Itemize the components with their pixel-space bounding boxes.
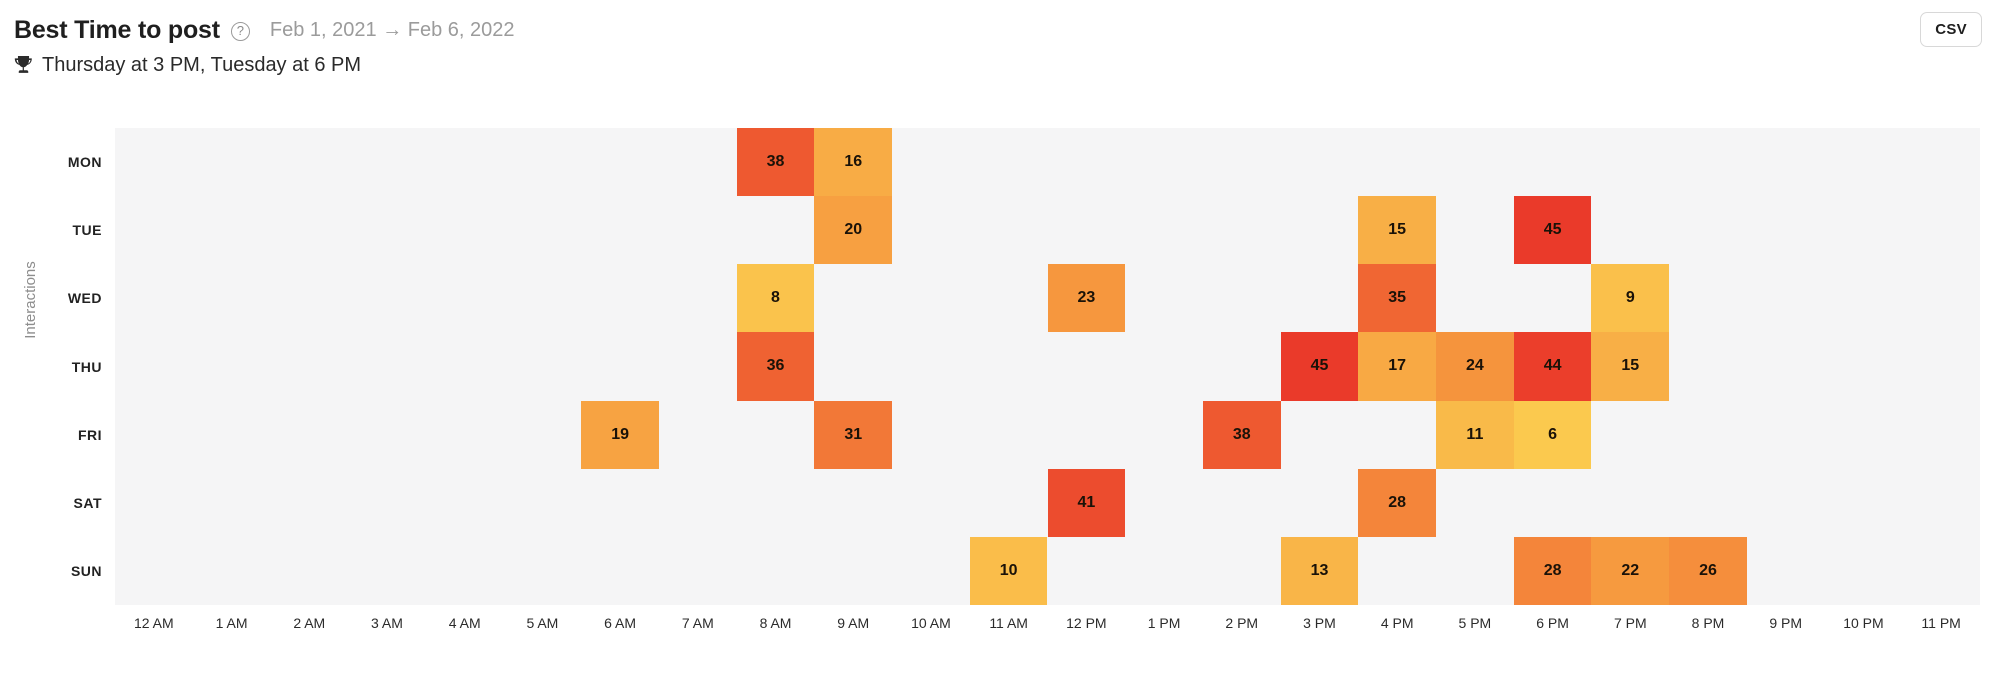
- y-axis-title: Interactions: [22, 261, 39, 339]
- heatmap-cell[interactable]: 41: [1047, 468, 1126, 537]
- x-axis-tick: 6 AM: [604, 615, 637, 631]
- heatmap-chart: Interactions MON TUE WED THU FRI SAT SUN 38 16 2…: [0, 0, 2000, 686]
- x-axis-tick: 3 AM: [371, 615, 403, 631]
- y-axis-labels: MON TUE WED THU FRI SAT SUN: [40, 128, 102, 605]
- heatmap-cell[interactable]: 16: [814, 128, 893, 197]
- y-axis-tick-sat: SAT: [73, 494, 102, 511]
- heatmap-cell[interactable]: 11: [1436, 400, 1514, 469]
- heatmap-cell[interactable]: 8: [736, 264, 815, 333]
- x-axis-tick: 8 AM: [759, 615, 792, 631]
- heatmap-cell[interactable]: 15: [1358, 196, 1437, 265]
- heatmap-cell[interactable]: 38: [1202, 400, 1281, 469]
- heatmap-cell[interactable]: 6: [1513, 400, 1592, 469]
- y-axis-tick-sun: SUN: [70, 562, 102, 579]
- x-axis-tick: 2 AM: [293, 615, 326, 631]
- x-axis-tick: 2 PM: [1225, 615, 1259, 631]
- x-axis-tick: 4 AM: [448, 615, 481, 631]
- best-time-to-post-panel: Best Time to post ? Feb 1, 2021 → Feb 6,…: [0, 0, 2000, 686]
- heatmap-cell[interactable]: 20: [814, 196, 893, 265]
- x-axis-tick: 1 AM: [215, 615, 248, 631]
- heatmap-plot-area: 38 16 20 15 45 8 23 35 9 36 45 17 24 44 15 19 31 38 11 6 41 2…: [115, 128, 1980, 605]
- x-axis-tick: 10 AM: [911, 615, 951, 631]
- x-axis-tick: 9 PM: [1769, 615, 1803, 631]
- y-axis-tick-tue: TUE: [72, 222, 102, 239]
- x-axis-tick: 7 AM: [681, 615, 714, 631]
- heatmap-cell[interactable]: 26: [1669, 536, 1747, 605]
- heatmap-cell[interactable]: 45: [1513, 196, 1592, 265]
- x-axis-tick: 5 PM: [1458, 615, 1492, 631]
- x-axis-tick: 9 AM: [837, 615, 870, 631]
- heatmap-cell[interactable]: 45: [1280, 332, 1359, 401]
- x-axis-tick: 11 PM: [1921, 615, 1961, 631]
- heatmap-cell[interactable]: 44: [1513, 332, 1592, 401]
- heatmap-cell[interactable]: 28: [1358, 468, 1437, 537]
- heatmap-cell[interactable]: 19: [581, 400, 659, 469]
- y-axis-tick-thu: THU: [71, 358, 102, 375]
- x-axis-tick: 8 PM: [1691, 615, 1725, 631]
- x-axis-tick: 3 PM: [1303, 615, 1336, 631]
- heatmap-cell[interactable]: 13: [1280, 536, 1359, 605]
- x-axis-tick: 7 PM: [1613, 615, 1647, 631]
- x-axis-tick: 12 PM: [1066, 615, 1107, 631]
- x-axis-tick: 4 PM: [1380, 615, 1414, 631]
- heatmap-cell[interactable]: 24: [1436, 332, 1514, 401]
- heatmap-cell[interactable]: 10: [969, 536, 1048, 605]
- x-axis-tick: 10 PM: [1843, 615, 1884, 631]
- y-axis-tick-fri: FRI: [77, 426, 102, 443]
- heatmap-cell[interactable]: 38: [736, 128, 815, 197]
- x-axis-tick: 5 AM: [526, 615, 559, 631]
- heatmap-cell[interactable]: 22: [1591, 536, 1670, 605]
- heatmap-cell[interactable]: 36: [736, 332, 815, 401]
- heatmap-cell[interactable]: 9: [1591, 264, 1670, 333]
- y-axis-tick-wed: WED: [67, 290, 102, 307]
- heatmap-cell[interactable]: 15: [1591, 332, 1670, 401]
- heatmap-cell[interactable]: 31: [814, 400, 893, 469]
- heatmap-cell[interactable]: 35: [1358, 264, 1437, 333]
- y-axis-tick-mon: MON: [67, 154, 102, 171]
- heatmap-cell[interactable]: 28: [1513, 536, 1592, 605]
- heatmap-cell[interactable]: 17: [1358, 332, 1437, 401]
- x-axis-tick: 6 PM: [1536, 615, 1569, 631]
- x-axis-tick: 12 AM: [133, 615, 174, 631]
- x-axis-tick: 1 PM: [1147, 615, 1181, 631]
- x-axis-labels: 12 AM 1 AM 2 AM 3 AM 4 AM 5 AM 6 AM 7 AM 8 AM 9 A…: [115, 615, 1980, 645]
- x-axis-tick: 11 AM: [989, 615, 1028, 631]
- heatmap-cell[interactable]: 23: [1047, 264, 1126, 333]
